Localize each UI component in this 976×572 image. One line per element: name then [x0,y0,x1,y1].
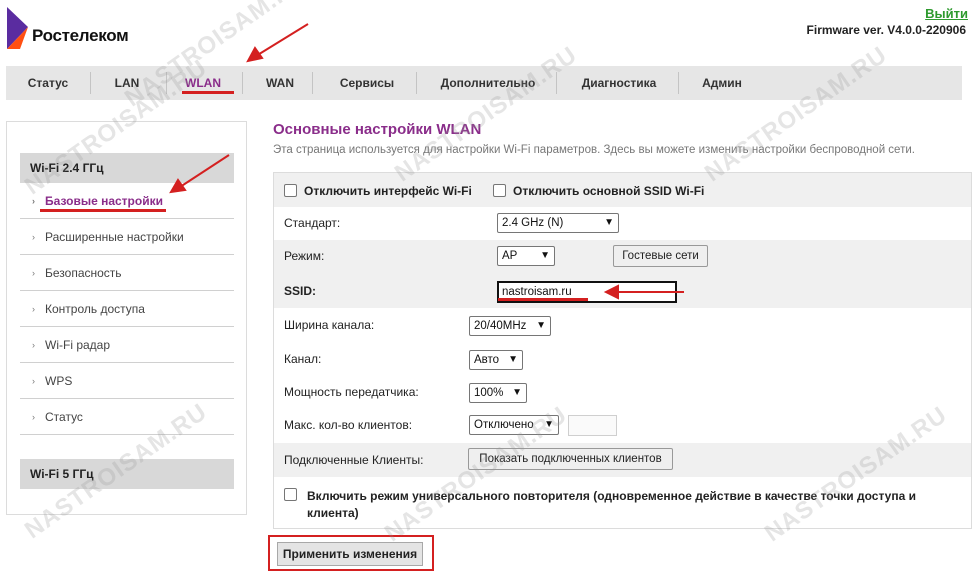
arrow-to-wlan-tab [255,23,309,57]
arrowhead-icon [169,178,187,194]
arrowhead-icon [246,46,264,63]
arrow-to-basic-settings [179,154,230,188]
arrowhead-icon [603,284,619,300]
